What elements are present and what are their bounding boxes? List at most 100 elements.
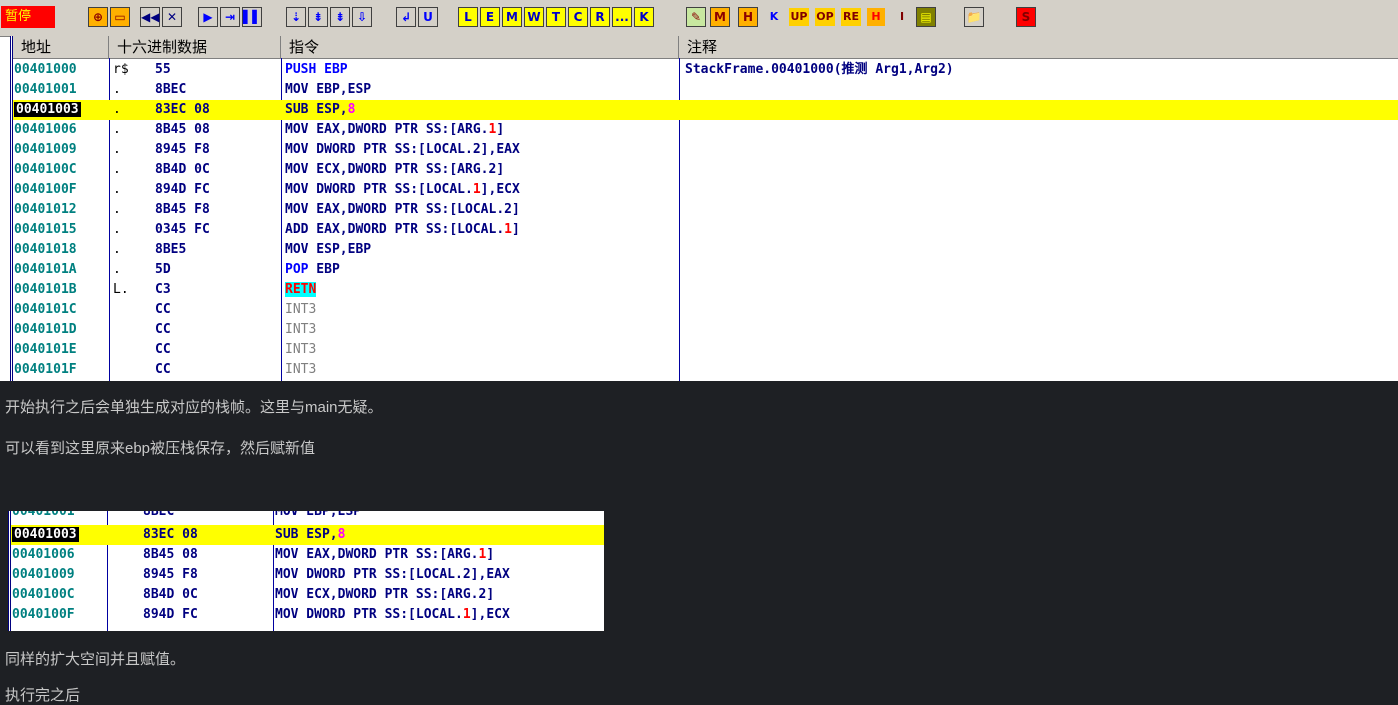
code-row[interactable]: 0040101D CC INT3 bbox=[13, 320, 1398, 340]
rewind-icon[interactable]: ◀◀ bbox=[140, 7, 160, 27]
row-hex: 894D FC bbox=[155, 182, 210, 197]
plugin-i-button[interactable]: I bbox=[892, 7, 912, 27]
asm-text: ],ECX bbox=[480, 182, 520, 197]
run-icon[interactable]: ▶ bbox=[198, 7, 218, 27]
jump-marker: . bbox=[113, 262, 121, 277]
code-row[interactable]: 00401006 8B45 08 MOV EAX,DWORD PTR SS:[A… bbox=[11, 545, 604, 565]
row-address: 00401006 bbox=[14, 122, 77, 137]
plugin-up-button[interactable]: UP bbox=[788, 7, 810, 27]
plugin-re-button[interactable]: RE bbox=[840, 7, 862, 27]
row-hex: 8B4D 0C bbox=[143, 587, 198, 602]
trace-over-icon[interactable]: ⇟ bbox=[330, 7, 350, 27]
code-row[interactable]: 0040101E CC INT3 bbox=[13, 340, 1398, 360]
folder-icon[interactable]: 📁 bbox=[964, 7, 984, 27]
row-address: 00401009 bbox=[12, 567, 75, 582]
row-hex: 8BEC bbox=[155, 82, 187, 97]
close-icon[interactable]: ✕ bbox=[162, 7, 182, 27]
code-row[interactable]: 00401009 8945 F8 MOV DWORD PTR SS:[LOCAL… bbox=[11, 565, 604, 585]
asm-text: MOV EAX,DWORD PTR SS:[ARG. bbox=[275, 547, 479, 562]
run-trace-button[interactable]: ... bbox=[612, 7, 632, 27]
cpu-button[interactable]: C bbox=[568, 7, 588, 27]
plugin-h-button[interactable]: H bbox=[738, 7, 758, 27]
paragraph: 可以看到这里原来ebp被压栈保存，然后赋新值 bbox=[5, 440, 316, 457]
asm-text: ] bbox=[486, 547, 495, 562]
row-asm: MOV EAX,DWORD PTR SS:[ARG.1] bbox=[285, 120, 504, 140]
row-address: 00401001 bbox=[14, 82, 77, 97]
row-asm: PUSH EBP bbox=[285, 60, 348, 80]
asm-text: MOV EAX,DWORD PTR SS:[ARG. bbox=[285, 122, 489, 137]
plugin-logo-icon[interactable]: ▤ bbox=[916, 7, 936, 27]
call-stack-button[interactable]: K bbox=[634, 7, 654, 27]
row-asm: INT3 bbox=[285, 342, 317, 357]
code-row[interactable]: 0040101B L. C3 RETN bbox=[13, 280, 1398, 300]
step-into-icon[interactable]: ⇥ bbox=[220, 7, 240, 27]
column-comment[interactable]: 注释 bbox=[679, 36, 1398, 58]
code-row[interactable]: 0040100C 8B4D 0C MOV ECX,DWORD PTR SS:[A… bbox=[11, 585, 604, 605]
crosshair-icon[interactable]: ⊕ bbox=[88, 7, 108, 27]
row-hex: 894D FC bbox=[143, 607, 198, 622]
code-row[interactable]: 0040101F CC INT3 bbox=[13, 360, 1398, 380]
row-address: 0040101A bbox=[14, 262, 77, 277]
code-row[interactable]: 0040100F 894D FC MOV DWORD PTR SS:[LOCAL… bbox=[11, 605, 604, 625]
step-over-icon[interactable]: ⇣ bbox=[286, 7, 306, 27]
row-asm: MOV ECX,DWORD PTR SS:[ARG.2] bbox=[275, 587, 495, 602]
row-address: 0040101F bbox=[14, 362, 77, 377]
execute-till-return-icon[interactable]: ⇩ bbox=[352, 7, 372, 27]
code-row[interactable]: 0040101C CC INT3 bbox=[13, 300, 1398, 320]
stop-icon[interactable]: S bbox=[1016, 7, 1036, 27]
row-hex: 8B45 F8 bbox=[155, 202, 210, 217]
row-address: 00401003 bbox=[13, 100, 110, 120]
row-asm: MOV ECX,DWORD PTR SS:[ARG.2] bbox=[285, 162, 505, 177]
code-row[interactable]: 00401015 . 0345 FC ADD EAX,DWORD PTR SS:… bbox=[13, 220, 1398, 240]
column-address[interactable]: 地址 bbox=[13, 36, 109, 58]
plugin-k-button[interactable]: K bbox=[764, 7, 784, 27]
asm-text: ],ECX bbox=[470, 607, 510, 622]
row-comment: StackFrame.00401000(推测 Arg1,Arg2) bbox=[685, 62, 954, 77]
row-asm: MOV EAX,DWORD PTR SS:[LOCAL.2] bbox=[285, 202, 520, 217]
code-row[interactable]: 00401018 . 8BE5 MOV ESP,EBP bbox=[13, 240, 1398, 260]
code-row-selected[interactable]: 00401003 . 83EC 08 SUB ESP,8 bbox=[13, 100, 1398, 120]
plugin-m-button[interactable]: M bbox=[710, 7, 730, 27]
asm-text: PUSH EBP bbox=[285, 62, 348, 77]
plugin-h2-button[interactable]: H bbox=[866, 7, 886, 27]
row-hex: 8945 F8 bbox=[155, 142, 210, 157]
code-row[interactable]: 00401006 . 8B45 08 MOV EAX,DWORD PTR SS:… bbox=[13, 120, 1398, 140]
column-hex[interactable]: 十六进制数据 bbox=[109, 36, 281, 58]
undo-icon[interactable]: U bbox=[418, 7, 438, 27]
threads-button[interactable]: T bbox=[546, 7, 566, 27]
memory-button[interactable]: M bbox=[502, 7, 522, 27]
row-asm: INT3 bbox=[285, 302, 317, 317]
plugin-op-button[interactable]: OP bbox=[814, 7, 836, 27]
asm-imm: 1 bbox=[472, 182, 481, 197]
row-hex: 55 bbox=[155, 62, 171, 77]
run-to-user-icon[interactable]: ↲ bbox=[396, 7, 416, 27]
paragraph: 开始执行之后会单独生成对应的栈帧。这里与main无疑。 bbox=[5, 399, 383, 416]
code-row[interactable]: 00401012 . 8B45 F8 MOV EAX,DWORD PTR SS:… bbox=[13, 200, 1398, 220]
plugin-icon[interactable]: ✎ bbox=[686, 7, 706, 27]
trace-into-icon[interactable]: ⇟ bbox=[308, 7, 328, 27]
asm-retn: RETN bbox=[285, 282, 317, 297]
column-asm[interactable]: 指令 bbox=[281, 36, 679, 58]
pause-icon[interactable]: ▌▌ bbox=[242, 7, 262, 27]
asm-text: MOV DWORD PTR SS:[LOCAL. bbox=[275, 607, 463, 622]
code-row[interactable]: 00401000 r$ 55 PUSH EBP StackFrame.00401… bbox=[13, 60, 1398, 80]
open-folder-icon[interactable]: ▭ bbox=[110, 7, 130, 27]
code-row[interactable]: 0040100C . 8B4D 0C MOV ECX,DWORD PTR SS:… bbox=[13, 160, 1398, 180]
row-asm: POP EBP bbox=[285, 260, 340, 280]
log-window-button[interactable]: L bbox=[458, 7, 478, 27]
code-row[interactable]: 00401009 . 8945 F8 MOV DWORD PTR SS:[LOC… bbox=[13, 140, 1398, 160]
asm-imm: 1 bbox=[462, 607, 471, 622]
executables-button[interactable]: E bbox=[480, 7, 500, 27]
code-row[interactable]: 00401001 . 8BEC MOV EBP,ESP bbox=[13, 80, 1398, 100]
references-button[interactable]: R bbox=[590, 7, 610, 27]
windows-button[interactable]: W bbox=[524, 7, 544, 27]
code-row-selected[interactable]: 00401003 83EC 08 SUB ESP,8 bbox=[11, 525, 604, 545]
paragraph: 执行完之后 bbox=[5, 687, 81, 704]
code-row[interactable]: 0040101A . 5D POP EBP bbox=[13, 260, 1398, 280]
asm-text: MOV DWORD PTR SS:[LOCAL. bbox=[285, 182, 473, 197]
row-hex: 8B45 08 bbox=[155, 122, 210, 137]
code-row[interactable]: 0040100F . 894D FC MOV DWORD PTR SS:[LOC… bbox=[13, 180, 1398, 200]
row-address: 0040100F bbox=[14, 182, 77, 197]
row-address: 0040101C bbox=[14, 302, 77, 317]
code-row-partial[interactable]: 00401001 8BEC MOV EBP,ESP bbox=[11, 511, 604, 522]
